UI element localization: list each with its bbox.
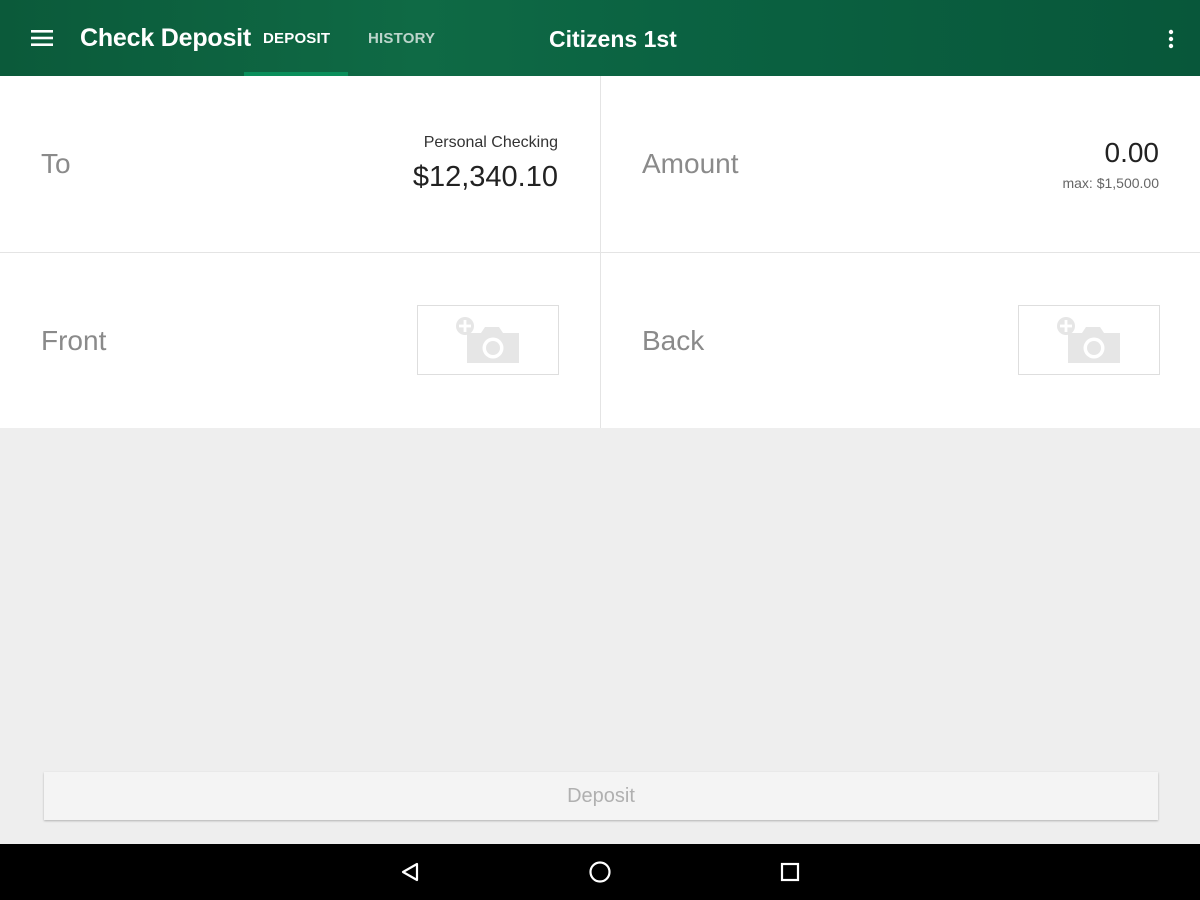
home-circle-icon	[589, 861, 611, 883]
system-navigation-bar	[0, 844, 1200, 900]
front-capture-button[interactable]	[417, 305, 559, 375]
back-image-row: Back	[601, 253, 1200, 428]
overflow-menu-button[interactable]	[1156, 22, 1186, 56]
amount-label: Amount	[642, 148, 739, 179]
row-divider	[0, 252, 1200, 253]
deposit-form: To Personal Checking $12,340.10 Amount 0…	[0, 76, 1200, 428]
amount-max-limit: max: $1,500.00	[1062, 175, 1159, 191]
recents-square-icon	[780, 862, 800, 882]
more-vert-icon	[1168, 29, 1174, 49]
front-image-row: Front	[0, 253, 600, 428]
deposit-button[interactable]: Deposit	[44, 772, 1158, 820]
check-deposit-screen: Check Deposit DEPOSIT HISTORY Citizens 1…	[0, 0, 1200, 900]
add-photo-camera-icon	[1057, 317, 1120, 363]
to-label: To	[41, 148, 71, 179]
nav-home-button[interactable]	[584, 856, 616, 888]
app-title: Check Deposit	[80, 24, 252, 52]
amount-value[interactable]: 0.00	[1105, 137, 1160, 169]
back-triangle-icon	[401, 862, 419, 882]
account-balance: $12,340.10	[412, 161, 558, 193]
add-photo-camera-icon	[456, 317, 519, 363]
amount-field[interactable]: Amount 0.00 max: $1,500.00	[601, 76, 1200, 252]
tab-deposit[interactable]: DEPOSIT	[263, 30, 330, 47]
hamburger-menu-icon	[31, 30, 53, 46]
nav-recents-button[interactable]	[774, 856, 806, 888]
back-label: Back	[642, 325, 705, 356]
account-name: Personal Checking	[423, 134, 558, 151]
nav-back-button[interactable]	[394, 856, 426, 888]
front-label: Front	[41, 325, 107, 356]
menu-button[interactable]	[24, 20, 60, 56]
app-bar: Check Deposit DEPOSIT HISTORY Citizens 1…	[0, 0, 1200, 76]
back-capture-button[interactable]	[1018, 305, 1160, 375]
tab-history[interactable]: HISTORY	[368, 30, 435, 47]
to-account-selector[interactable]: To Personal Checking $12,340.10	[0, 76, 600, 252]
bank-name: Citizens 1st	[549, 26, 677, 52]
